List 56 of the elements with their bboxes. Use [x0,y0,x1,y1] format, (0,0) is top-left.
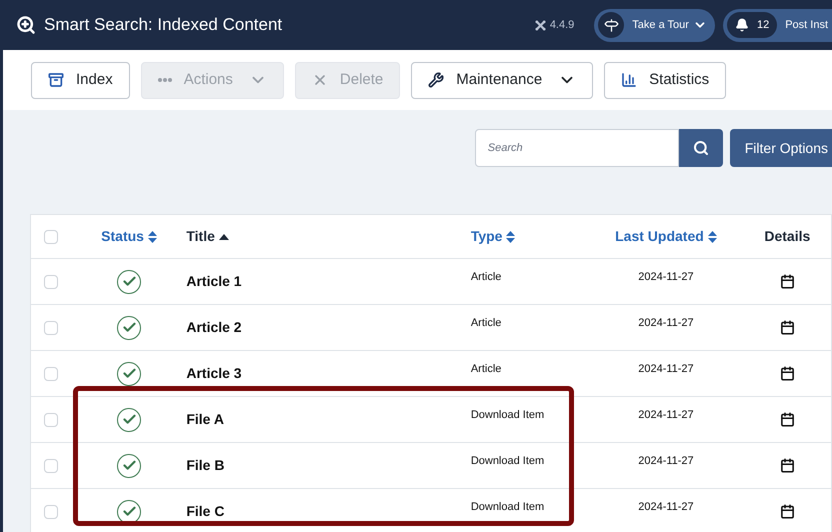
toolbar-button[interactable]: Maintenance [411,62,594,98]
type-cell-text: Article [470,270,502,286]
column-header: Details [764,227,810,246]
title-cell-text: File A [186,410,224,429]
date-cell-text: 2024-11-27 [638,362,694,378]
calendar-icon[interactable] [780,320,795,335]
row-checkbox[interactable] [44,412,58,426]
column-header[interactable]: Type [470,226,516,247]
column-header[interactable]: Title [186,226,229,247]
bar-chart-icon [621,72,638,88]
signpost-icon [598,12,624,38]
column-header[interactable]: Status [101,226,157,247]
row-checkbox[interactable] [44,458,58,472]
bell-icon [734,18,749,32]
notification-count: 12 [726,12,778,38]
wrench-icon [428,72,444,88]
version-label: 4.4.9 [550,18,574,33]
row-checkbox[interactable] [44,320,58,334]
title-cell-text: Article 1 [186,272,242,291]
type-cell-text: Download Item [470,500,544,516]
select-all-checkbox[interactable] [44,230,58,244]
type-cell-text: Article [470,362,502,378]
calendar-icon[interactable] [780,366,795,381]
logo-icon [534,20,546,30]
filter-options-button[interactable]: Filter Options [730,129,832,167]
calendar-icon[interactable] [780,458,795,473]
row-checkbox[interactable] [44,504,58,518]
type-cell-text: Article [470,316,502,332]
search-field[interactable]: Search [474,129,679,167]
take-a-tour-button[interactable]: Take a Tour [594,8,715,42]
title-cell-text: Article 3 [186,364,242,383]
type-cell-text: Download Item [470,408,544,424]
row-checkbox[interactable] [44,366,58,380]
date-cell-text: 2024-11-27 [638,454,694,470]
toolbar-button[interactable]: Index [31,62,130,98]
date-cell-text: 2024-11-27 [638,270,694,286]
search-plus-icon [16,15,36,35]
row-checkbox[interactable] [44,274,58,288]
calendar-icon[interactable] [780,504,795,519]
search-button[interactable] [678,129,723,167]
title-cell-text: File B [186,456,224,475]
search-icon [692,140,709,156]
title-cell-text: Article 2 [186,318,242,337]
calendar-icon[interactable] [780,274,795,289]
date-cell-text: 2024-11-27 [638,408,694,424]
calendar-icon[interactable] [780,412,795,427]
archive-box-icon [48,72,64,88]
title-cell-text: File C [186,502,224,521]
toolbar-button[interactable]: Statistics [604,62,726,98]
type-cell-text: Download Item [470,454,544,470]
column-header[interactable]: Last Updated [615,226,717,247]
date-cell-text: 2024-11-27 [638,500,694,516]
dots-icon [158,78,172,82]
date-cell-text: 2024-11-27 [638,316,694,332]
notifications-button[interactable]: 12 Post Inst [722,8,832,42]
page-title: Smart Search: Indexed Content [44,14,282,36]
